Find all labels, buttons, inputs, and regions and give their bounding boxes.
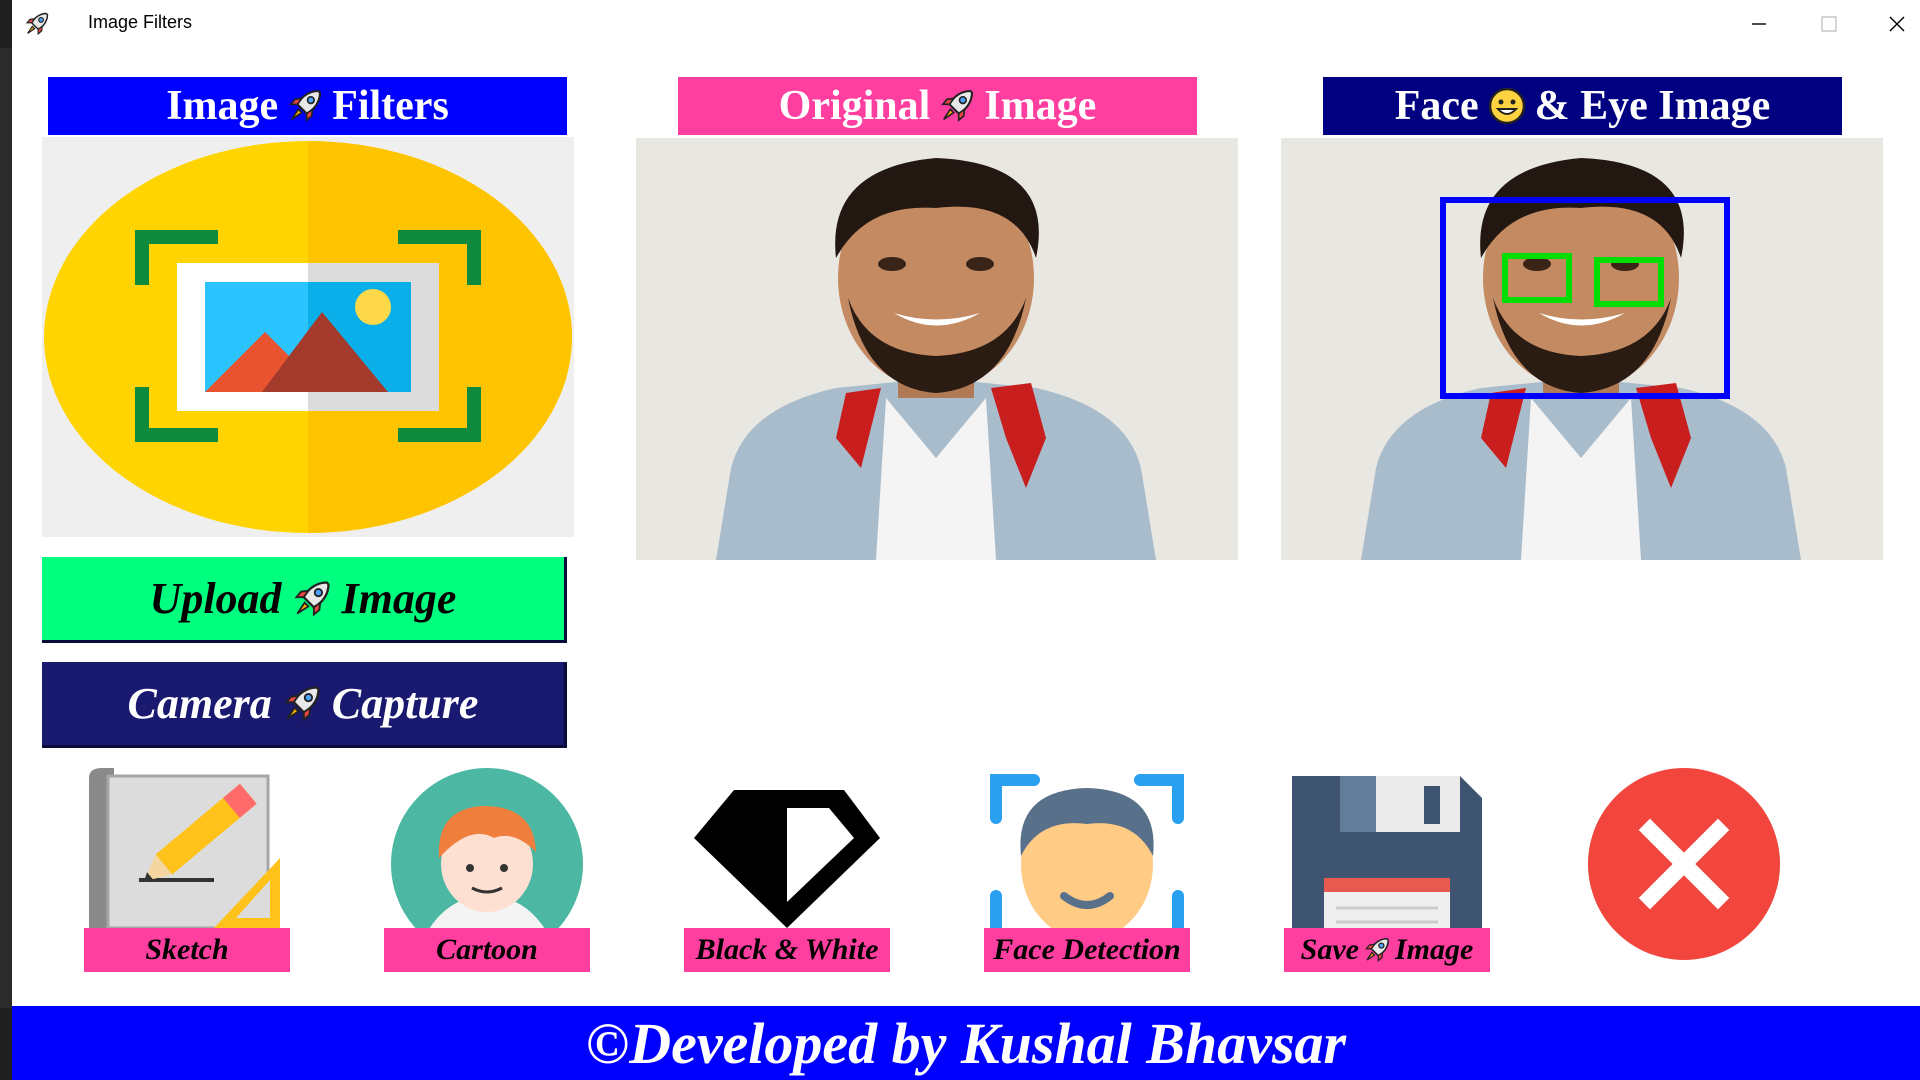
header-text-after: Filters	[332, 83, 449, 129]
save-label-after: Image	[1395, 933, 1474, 966]
cartoon-button[interactable]: Cartoon	[384, 768, 590, 974]
header-text-before: Image	[166, 83, 279, 129]
maximize-button[interactable]	[1794, 0, 1864, 48]
sketch-label: Sketch	[84, 928, 290, 972]
close-icon	[1889, 16, 1905, 32]
rocket-icon	[286, 577, 338, 621]
face-detection-label: Face Detection	[984, 928, 1190, 972]
background-window-edge	[0, 0, 12, 1080]
face-eye-image-panel	[1281, 138, 1883, 560]
rocket-icon	[936, 86, 978, 126]
black-white-button[interactable]: Black & White	[684, 768, 890, 974]
black-white-label: Black & White	[684, 928, 890, 972]
window-title: Image Filters	[88, 12, 193, 32]
footer-text: ©Developed by Kushal Bhavsar	[585, 1010, 1347, 1076]
exit-x-icon	[1588, 768, 1780, 960]
upload-label-after: Image	[341, 574, 457, 623]
header-text-after: & Eye Image	[1534, 83, 1771, 129]
upload-image-button[interactable]: Upload Image	[42, 557, 567, 643]
smiley-face-icon	[1488, 87, 1525, 125]
developer-credit-footer: ©Developed by Kushal Bhavsar	[12, 1006, 1920, 1080]
app-logo-panel	[42, 137, 574, 537]
camera-capture-button[interactable]: Camera Capture	[42, 662, 567, 748]
save-label-before: Save	[1300, 933, 1359, 966]
maximize-icon	[1821, 16, 1837, 32]
cartoon-label: Cartoon	[384, 928, 590, 972]
image-filters-header: Image Filters	[48, 77, 567, 135]
save-image-button[interactable]: Save Image	[1284, 768, 1490, 974]
face-detection-label-text: Face Detection	[993, 933, 1181, 966]
camera-label-after: Capture	[331, 679, 479, 728]
rocket-icon	[22, 10, 52, 38]
original-image-panel	[636, 138, 1238, 560]
close-window-button[interactable]	[1862, 0, 1920, 48]
header-text-after: Image	[984, 83, 1097, 129]
sketch-button[interactable]: Sketch	[84, 768, 290, 974]
black-white-label-text: Black & White	[695, 933, 879, 966]
save-image-label: Save Image	[1284, 928, 1490, 972]
upload-label-before: Upload	[149, 574, 282, 623]
rocket-icon	[276, 682, 328, 726]
original-image-header: Original Image	[678, 77, 1197, 135]
title-bar: Image Filters	[12, 0, 1920, 48]
face-detection-button[interactable]: Face Detection	[984, 768, 1190, 974]
minimize-button[interactable]	[1724, 0, 1794, 48]
rocket-icon	[284, 86, 326, 126]
sketch-label-text: Sketch	[145, 933, 229, 966]
header-text-before: Original	[778, 83, 931, 129]
exit-button[interactable]	[1588, 768, 1794, 974]
header-text-before: Face	[1394, 83, 1479, 129]
original-image	[636, 138, 1238, 560]
minimize-icon	[1752, 23, 1766, 25]
face-eye-image	[1281, 138, 1883, 560]
camera-label-before: Camera	[127, 679, 272, 728]
gallery-frame-icon	[44, 141, 572, 533]
cartoon-label-text: Cartoon	[436, 933, 538, 966]
rocket-icon	[1359, 935, 1395, 965]
face-eye-image-header: Face & Eye Image	[1323, 77, 1842, 135]
